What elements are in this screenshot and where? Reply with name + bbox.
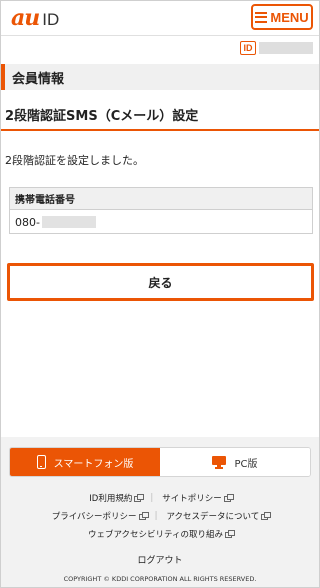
page: au ID MENU ID 会員情報 2段階認証SMS（Cメール）設定 2段階認… [0,0,320,588]
smartphone-view-label: スマートフォン版 [53,458,134,470]
menu-button[interactable]: MENU [251,4,313,30]
section-title: 会員情報 [1,64,319,90]
link-site-policy[interactable]: サイトポリシー [162,492,234,504]
link-access-data-label: アクセスデータについて [166,512,260,522]
external-link-icon [223,493,234,502]
phone-number-prefix: 080- [15,215,40,229]
external-link-icon [225,529,236,538]
pc-view-label: PC版 [234,458,258,470]
link-terms-label: ID利用規約 [89,494,133,504]
title-underline [1,129,319,131]
au-id-logo[interactable]: au ID [11,5,60,31]
smartphone-icon [36,455,46,469]
link-separator: | [150,493,154,503]
back-button[interactable]: 戻る [7,263,314,301]
menu-label: MENU [270,9,309,25]
link-privacy-policy[interactable]: プライバシーポリシー [51,510,149,522]
page-title: 2段階認証SMS（Cメール）設定 [5,108,199,124]
link-access-data[interactable]: アクセスデータについて [166,510,272,522]
link-accessibility[interactable]: ウェブアクセシビリティの取り組み [87,528,236,540]
masked-user-id [259,42,313,54]
link-accessibility-label: ウェブアクセシビリティの取り組み [87,530,224,540]
masked-phone-number [41,216,96,228]
view-switch: スマートフォン版 PC版 [9,447,311,477]
logo-au: au [11,5,40,31]
logo-id: ID [42,10,60,29]
footer-links-row: ウェブアクセシビリティの取り組み [1,528,319,540]
footer: スマートフォン版 PC版 ID利用規約 | サイトポリシー プライバシーポリシー… [1,437,319,587]
link-site-policy-label: サイトポリシー [162,494,222,504]
user-id-row: ID [240,41,313,55]
footer-links-row: ID利用規約 | サイトポリシー [1,492,319,504]
link-separator: | [154,511,158,521]
header: au ID MENU [1,1,319,35]
logout-link[interactable]: ログアウト [1,553,319,566]
phone-number-header: 携帯電話番号 [10,188,312,210]
pc-view-button[interactable]: PC版 [160,448,310,476]
id-icon: ID [240,41,256,55]
link-privacy-policy-label: プライバシーポリシー [51,512,137,522]
pc-monitor-icon [212,456,227,469]
external-link-icon [261,511,272,520]
smartphone-view-button[interactable]: スマートフォン版 [10,448,160,476]
hamburger-icon [255,11,268,23]
external-link-icon [134,493,145,502]
link-terms[interactable]: ID利用規約 [89,492,145,504]
phone-number-value: 080- [10,210,312,234]
completion-message: 2段階認証を設定しました。 [5,154,144,167]
external-link-icon [138,511,149,520]
copyright: COPYRIGHT © KDDI CORPORATION ALL RIGHTS … [63,575,257,583]
phone-number-table: 携帯電話番号 080- [9,187,313,234]
footer-links-row: プライバシーポリシー | アクセスデータについて [1,510,319,522]
header-divider [1,35,319,36]
